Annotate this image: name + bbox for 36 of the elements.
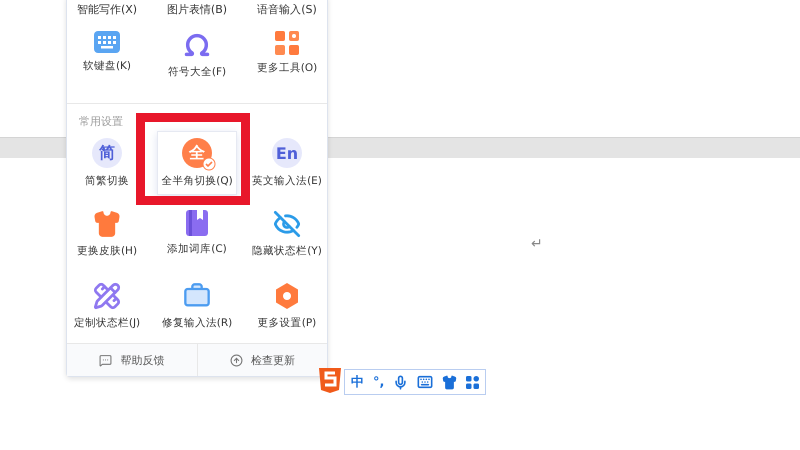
menu-item[interactable]: 更多工具(O) (256, 61, 318, 75)
setting-item[interactable]: 添加词库(C) (166, 203, 228, 267)
upload-icon (230, 354, 243, 366)
setting-item[interactable]: 全 全半角切换(Q) (157, 131, 237, 195)
setting-item[interactable]: 定制状态栏(J) (72, 275, 142, 339)
status-toggle[interactable]: 中 (351, 373, 364, 391)
omega-icon (183, 31, 211, 59)
status-toggle[interactable]: °, (373, 374, 384, 390)
pencil-ruler-icon (92, 282, 121, 310)
apps-icon (275, 31, 299, 55)
shirt-icon[interactable] (442, 374, 458, 390)
setting-item[interactable]: 修复输入法(R) (160, 275, 234, 339)
menu-item[interactable]: 软键盘(K) (82, 59, 132, 73)
setting-item[interactable]: En 英文输入法(E) (251, 131, 323, 195)
feedback-button[interactable]: 帮助反馈 (67, 344, 196, 376)
keyboard-icon[interactable] (417, 374, 434, 390)
chat-icon (99, 354, 112, 366)
menu-item[interactable]: 语音输入(S) (257, 0, 317, 25)
eye-off-icon (272, 210, 301, 238)
glyph-icon: 简 (92, 138, 122, 168)
menu-item[interactable]: 图片表情(B) (166, 0, 228, 25)
return-mark: ↵ (531, 236, 543, 252)
grid-icon[interactable] (466, 376, 480, 388)
setting-item[interactable]: 更多设置(P) (256, 275, 318, 339)
glyph-icon: En (272, 138, 302, 168)
hexagon-icon (274, 282, 300, 310)
microphone-icon[interactable] (393, 374, 408, 390)
setting-item[interactable]: 更换皮肤(H) (76, 203, 138, 267)
book-icon (186, 210, 208, 236)
keyboard-icon (94, 31, 120, 53)
menu-item[interactable]: 智能写作(X) (76, 0, 138, 25)
setting-item[interactable]: 简 简繁切换 (84, 131, 130, 195)
section-heading: 常用设置 (78, 114, 124, 130)
shirt-icon (93, 210, 121, 238)
menu-item[interactable]: 符号大全(F) (168, 65, 226, 79)
setting-item[interactable]: 隐藏状态栏(Y) (251, 203, 323, 267)
